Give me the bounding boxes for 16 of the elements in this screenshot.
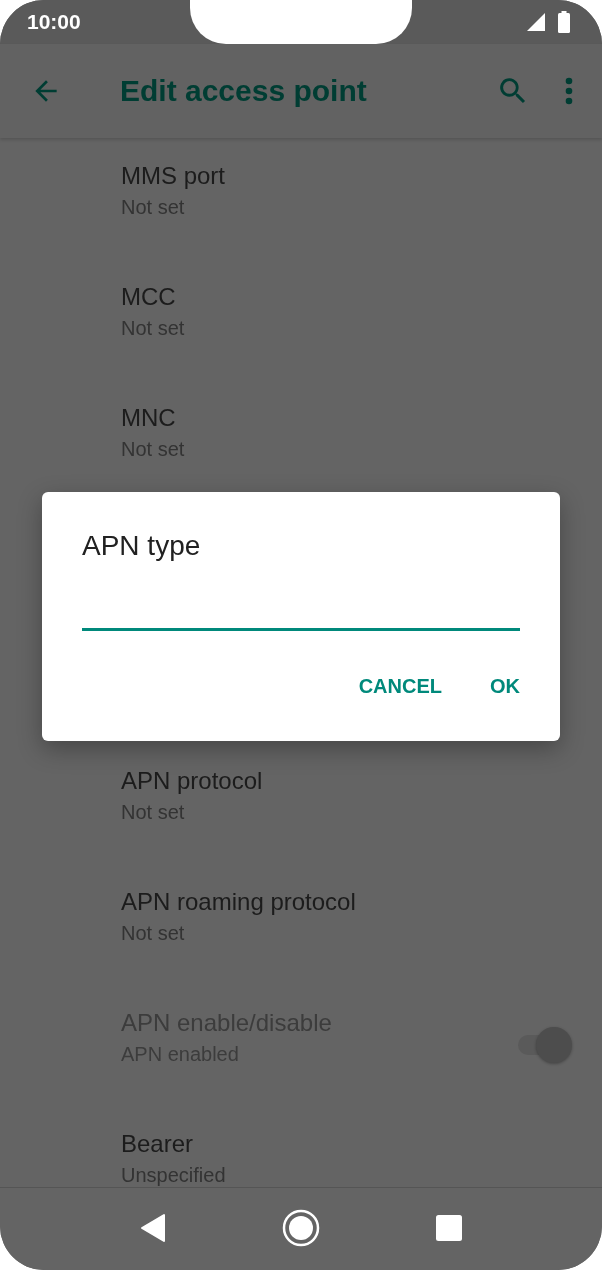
clock-time: 10:00: [27, 10, 81, 34]
back-icon[interactable]: [140, 1213, 166, 1243]
dialog-button[interactable]: OK: [474, 667, 536, 706]
screen-title: Edit access point: [120, 74, 368, 108]
item-title: MCC: [121, 283, 176, 311]
dialog-button[interactable]: CANCEL: [342, 667, 458, 706]
home-icon[interactable]: [282, 1209, 320, 1247]
more-options-icon[interactable]: [564, 76, 574, 106]
dialog-title: APN type: [82, 529, 201, 563]
signal-icon: [526, 12, 546, 32]
item-title: APN roaming protocol: [121, 888, 356, 916]
battery-icon: [558, 11, 570, 33]
item-title: MMS port: [121, 162, 225, 190]
item-title: MNC: [121, 404, 176, 432]
item-title: Bearer: [121, 1130, 194, 1158]
item-title: APN protocol: [121, 767, 263, 795]
